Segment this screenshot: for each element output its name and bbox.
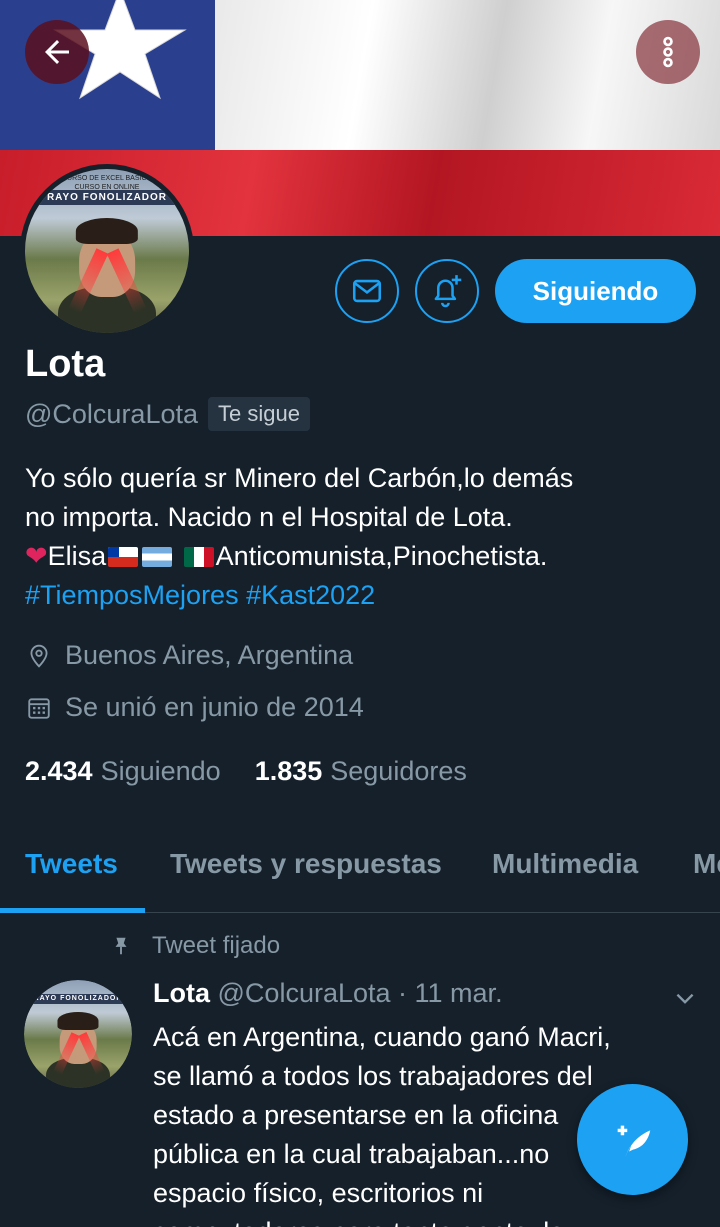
following-label: Siguiendo	[100, 756, 221, 786]
chile-flag-icon	[108, 547, 139, 567]
tab-likes[interactable]: Me	[693, 848, 720, 880]
handle-row: @ColcuraLota Te sigue	[25, 397, 310, 431]
active-tab-indicator	[0, 908, 145, 913]
location-text: Buenos Aires, Argentina	[65, 640, 354, 670]
location-row: Buenos Aires, Argentina	[25, 640, 353, 671]
arrow-left-icon	[45, 40, 69, 64]
profile-bio: Yo sólo quería sr Minero del Carbón,lo d…	[25, 459, 705, 615]
tweet-avatar-caption: RAYO FONOLIZADOR	[32, 994, 124, 1004]
following-button[interactable]: Siguiendo	[495, 259, 696, 323]
mexico-flag-icon	[183, 547, 214, 567]
tab-media[interactable]: Multimedia	[492, 848, 638, 880]
tweet-text-line: se llamó a todos los trabajadores del	[153, 1061, 593, 1091]
following-stat[interactable]: 2.434 Siguiendo	[25, 756, 221, 787]
followers-count: 1.835	[254, 756, 323, 786]
pin-icon	[108, 933, 134, 959]
joined-row: Se unió en junio de 2014	[25, 692, 364, 723]
stats-row: 2.434 Siguiendo 1.835 Seguidores	[25, 756, 467, 787]
calendar-icon	[25, 694, 53, 722]
profile-avatar[interactable]: CURSO DE EXCEL BASICO CURSO EN ONLINE RA…	[20, 164, 194, 338]
heart-icon: ❤	[25, 541, 48, 571]
argentina-flag-icon	[142, 547, 173, 567]
followers-stat[interactable]: 1.835 Seguidores	[255, 756, 467, 787]
tweet-author-name[interactable]: Lota	[153, 978, 210, 1008]
bio-line-3: ❤Elisa Anticomunista,Pinochetista.	[25, 537, 705, 576]
more-vertical-icon	[663, 36, 673, 68]
avatar-hair	[75, 218, 139, 245]
avatar-top-text: CURSO DE EXCEL BASICO CURSO EN ONLINE	[61, 174, 152, 191]
tweet-date: · 11 mar.	[398, 978, 503, 1008]
tweet-text-line: computadoras para tanta gente, la	[153, 1213, 673, 1227]
compose-feather-icon	[617, 1125, 650, 1157]
profile-name: Lota	[25, 343, 106, 385]
chevron-down-icon[interactable]	[672, 986, 698, 1012]
avatar-image: CURSO DE EXCEL BASICO CURSO EN ONLINE RA…	[25, 169, 189, 333]
profile-handle: @ColcuraLota	[25, 398, 198, 429]
more-options-button[interactable]	[636, 20, 700, 84]
bio-line-4: #TiemposMejores #Kast2022	[25, 576, 705, 615]
avatar-caption: RAYO FONOLIZADOR	[38, 190, 176, 206]
tweet-text-line: Acá en Argentina, cuando ganó Macri,	[153, 1022, 611, 1052]
compose-tweet-button[interactable]	[577, 1084, 688, 1195]
tweet-author-handle[interactable]: @ColcuraLota	[218, 978, 391, 1008]
tweet-header: Lota @ColcuraLota · 11 mar.	[153, 978, 503, 1009]
mail-icon	[352, 279, 382, 303]
joined-text: Se unió en junio de 2014	[65, 692, 364, 722]
banner-flag-white	[215, 0, 720, 150]
followers-label: Seguidores	[330, 756, 467, 786]
following-count: 2.434	[25, 756, 93, 786]
profile-tabs: Tweets Tweets y respuestas Multimedia Me	[0, 820, 720, 913]
follows-you-badge: Te sigue	[208, 397, 310, 431]
bio-line-2: no importa. Nacido n el Hospital de Lota…	[25, 502, 513, 532]
tweet-author-avatar[interactable]: RAYO FONOLIZADOR	[24, 980, 132, 1088]
bio-line-3-text: Anticomunista,Pinochetista.	[215, 541, 548, 571]
hashtag-link[interactable]: #Kast2022	[246, 580, 375, 610]
pinned-label: Tweet fijado	[152, 932, 281, 959]
location-pin-icon	[25, 642, 53, 670]
bio-line-1: Yo sólo quería sr Minero del Carbón,lo d…	[25, 463, 574, 493]
bell-plus-icon	[434, 275, 462, 308]
notifications-button[interactable]	[415, 259, 479, 323]
tweet-avatar-hair	[57, 1012, 99, 1030]
tab-tweets[interactable]: Tweets	[25, 848, 118, 880]
back-button[interactable]	[25, 20, 89, 84]
pinned-label-row: Tweet fijado	[108, 932, 280, 960]
message-button[interactable]	[335, 259, 399, 323]
hashtag-link[interactable]: #TiemposMejores	[25, 580, 239, 610]
tab-tweets-replies[interactable]: Tweets y respuestas	[170, 848, 442, 880]
bio-name: Elisa	[47, 541, 107, 571]
tweet-avatar-image: RAYO FONOLIZADOR	[24, 980, 132, 1088]
